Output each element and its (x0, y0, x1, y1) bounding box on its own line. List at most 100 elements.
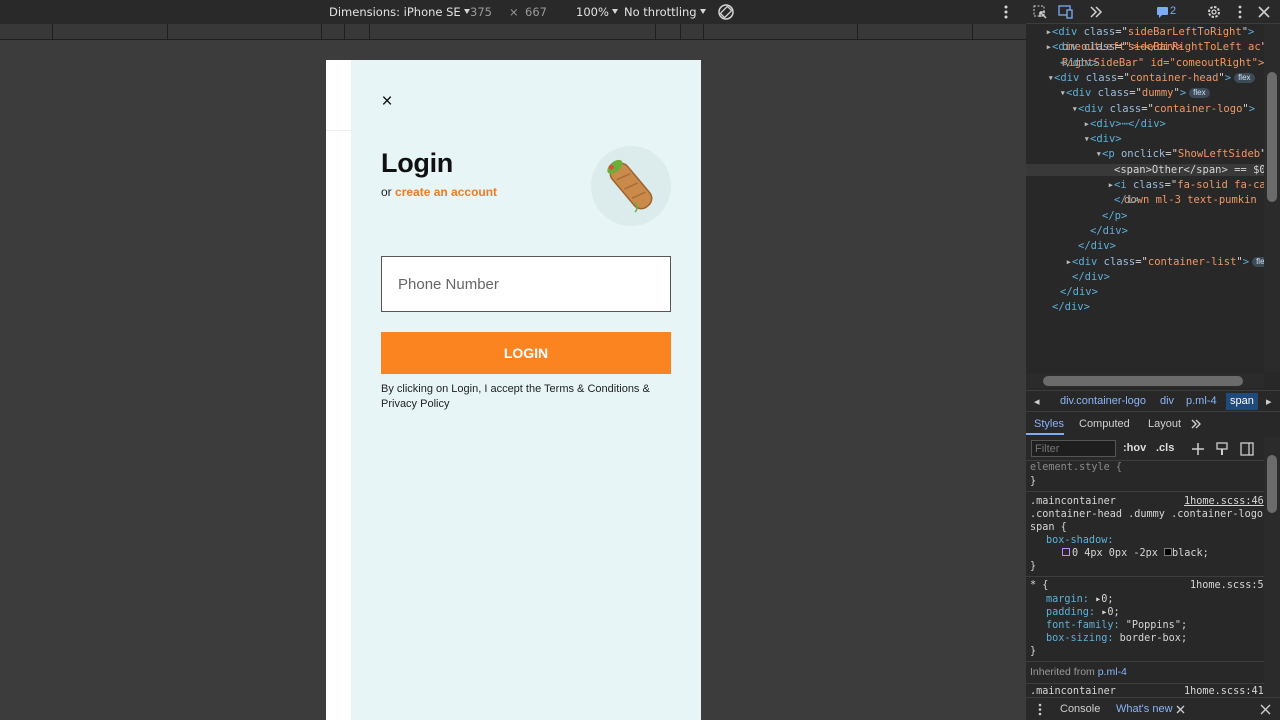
dom-node-line[interactable]: </p> (1026, 210, 1266, 222)
expand-arrow-icon[interactable]: ▾ (1026, 103, 1078, 115)
close-icon[interactable] (1256, 4, 1272, 20)
style-declaration[interactable]: padding: ▸0; (1046, 607, 1120, 618)
dom-node-line[interactable]: <span>Other</span> == $0 (1026, 163, 1266, 176)
phone-number-field[interactable] (381, 256, 671, 312)
devtools-menu-icon[interactable] (1232, 4, 1248, 20)
rule-source-link[interactable]: 1home.scss:41 (1184, 686, 1264, 697)
close-icon[interactable]: × (379, 92, 395, 111)
tab-styles[interactable]: Styles (1034, 418, 1064, 430)
style-declaration[interactable]: font-family: "Poppins"; (1046, 620, 1187, 631)
media-query-ruler[interactable] (0, 24, 1026, 40)
dom-node-line[interactable]: </div> (1026, 271, 1266, 283)
breadcrumb-item-active[interactable]: span (1226, 393, 1258, 410)
gear-icon[interactable] (1206, 4, 1222, 20)
rule-source-link[interactable]: 1home.scss:46 (1184, 496, 1264, 507)
hov-toggle[interactable]: :hov (1123, 442, 1146, 454)
dom-node-line[interactable]: ▾ <div class="container-head"> flex (1026, 72, 1266, 84)
sidebar-toggle-icon[interactable] (1240, 442, 1254, 456)
dom-node-line[interactable]: ▸ <i class="fa-solid fa-ca"> (1026, 179, 1266, 191)
close-drawer-icon[interactable] (1260, 704, 1271, 715)
style-property-value[interactable]: 0 4px 0px -2px black; (1062, 548, 1209, 559)
flex-badge[interactable]: flex (1234, 72, 1255, 83)
breadcrumb-right-arrow[interactable]: ▸ (1266, 395, 1272, 408)
zoom-dropdown[interactable]: 100% (576, 5, 618, 19)
drawer-tab-console[interactable]: Console (1060, 703, 1100, 715)
styles-scrollbar[interactable] (1264, 437, 1280, 697)
rule-selector[interactable]: .container-head .dummy .container-logo (1030, 509, 1263, 520)
breadcrumb-left-arrow[interactable]: ◂ (1034, 395, 1040, 408)
throttling-dropdown[interactable]: No throttling (624, 5, 706, 19)
rule-selector[interactable]: .maincontainer (1030, 496, 1116, 507)
expand-arrow-icon[interactable]: ▾ (1026, 133, 1090, 145)
dom-node-line[interactable]: </div> (1026, 225, 1266, 237)
dom-node-line[interactable]: ▸ <div class="container-list">flex (1026, 256, 1266, 268)
dimensions-dropdown[interactable]: Dimensions: iPhone SE (329, 5, 470, 19)
drawer-menu-icon[interactable] (1036, 703, 1044, 716)
paint-icon[interactable] (1215, 442, 1229, 456)
more-options-icon[interactable] (1000, 3, 1012, 21)
more-tabs-icon[interactable] (1088, 4, 1104, 20)
expand-arrow-icon[interactable]: ▾ (1026, 148, 1102, 160)
dom-node-line[interactable]: ▸ <div class="sideBarRightToLeft ac"> (1026, 41, 1266, 53)
flex-badge[interactable]: flex (1189, 88, 1210, 99)
rule-source-link[interactable]: 1home.scss:5 (1190, 580, 1264, 591)
drawer-tab-whats-new[interactable]: What's new (1116, 703, 1173, 715)
style-declaration[interactable]: margin: ▸0; (1046, 594, 1114, 605)
breadcrumb-item[interactable]: p.ml-4 (1186, 395, 1217, 407)
expand-arrow-icon[interactable]: ▸ (1026, 179, 1114, 191)
expand-arrow-icon[interactable]: ▸ (1026, 256, 1072, 268)
dom-node-line[interactable]: </i> (1026, 194, 1266, 206)
style-declaration[interactable]: box-sizing: border-box; (1046, 633, 1187, 644)
tab-layout[interactable]: Layout (1148, 418, 1181, 430)
more-tabs-icon[interactable] (1190, 418, 1202, 430)
width-input[interactable]: 375 (470, 5, 492, 19)
expand-arrow-icon[interactable]: ▸ (1026, 26, 1052, 38)
add-rule-icon[interactable] (1191, 442, 1205, 456)
cls-toggle[interactable]: .cls (1156, 442, 1174, 454)
dom-node-line[interactable]: ▾ <div> (1026, 133, 1266, 145)
create-account-link[interactable]: create an account (395, 185, 497, 199)
device-toolbar-icon[interactable] (1058, 4, 1074, 20)
breadcrumb-item[interactable]: div (1160, 395, 1174, 407)
tab-computed[interactable]: Computed (1079, 418, 1130, 430)
dom-node-line[interactable]: </div> (1026, 301, 1266, 313)
close-tab-icon[interactable] (1176, 705, 1185, 714)
dom-node-line[interactable]: ▾ <div class="container-logo"> (1026, 103, 1266, 115)
issues-icon[interactable] (1156, 4, 1170, 20)
elements-scrollbar[interactable] (1264, 24, 1280, 372)
issues-count[interactable]: 2 (1170, 5, 1176, 17)
style-property-name[interactable]: box-shadow: (1046, 535, 1113, 546)
expand-arrow-icon[interactable]: ▸ (1026, 118, 1090, 130)
styles-filter-bar: :hov .cls (1026, 437, 1280, 461)
dom-node-tag: <div class="sideBarLeftToRight"> (1052, 26, 1255, 38)
rule-selector[interactable]: * { (1030, 580, 1048, 591)
dom-node-line[interactable]: ▸ <div>⋯</div> (1026, 118, 1266, 130)
elements-horizontal-scrollbar[interactable] (1026, 374, 1264, 388)
shadow-editor-icon[interactable] (1062, 548, 1070, 556)
rotate-icon[interactable] (716, 2, 736, 22)
expand-arrow-icon[interactable]: ▾ (1026, 72, 1054, 84)
login-button[interactable]: LOGIN (381, 332, 671, 374)
height-input[interactable]: 667 (525, 5, 547, 19)
rule-selector[interactable]: .maincontainer (1030, 686, 1116, 697)
expand-arrow-icon[interactable]: ▸ (1026, 41, 1052, 53)
rule-selector[interactable]: span { (1030, 522, 1067, 533)
active-tab-indicator (1026, 433, 1064, 435)
dom-node-line[interactable]: </div> (1026, 240, 1266, 252)
dom-node-line[interactable]: ▸ <div class="sideBarLeftToRight"> (1026, 26, 1266, 38)
inspect-element-icon[interactable] (1032, 4, 1048, 20)
zoom-label: 100% (576, 5, 609, 19)
inherited-from-link[interactable]: p.ml-4 (1098, 666, 1127, 678)
breadcrumb-item[interactable]: div.container-logo (1060, 395, 1146, 407)
dom-node-line[interactable]: ▾ <div class="dummy"> flex (1026, 87, 1266, 99)
elements-tree[interactable]: omeoutLeft">⋯</div> ▸ <div class="sideBar… (1026, 24, 1266, 372)
styles-filter-input[interactable] (1031, 440, 1116, 457)
dom-node-line[interactable]: ▾ <p onclick="ShowLeftSideb"> (1026, 148, 1266, 160)
phone-number-input[interactable] (382, 257, 670, 311)
expand-arrow-icon[interactable]: ▾ (1026, 87, 1066, 99)
dom-node-line[interactable]: </div> (1026, 57, 1266, 69)
dom-node-tag: </i> (1114, 194, 1140, 207)
element-style-rule[interactable]: element.style { (1030, 462, 1122, 473)
dom-node-line[interactable]: </div> (1026, 286, 1266, 298)
color-swatch[interactable] (1164, 548, 1173, 556)
